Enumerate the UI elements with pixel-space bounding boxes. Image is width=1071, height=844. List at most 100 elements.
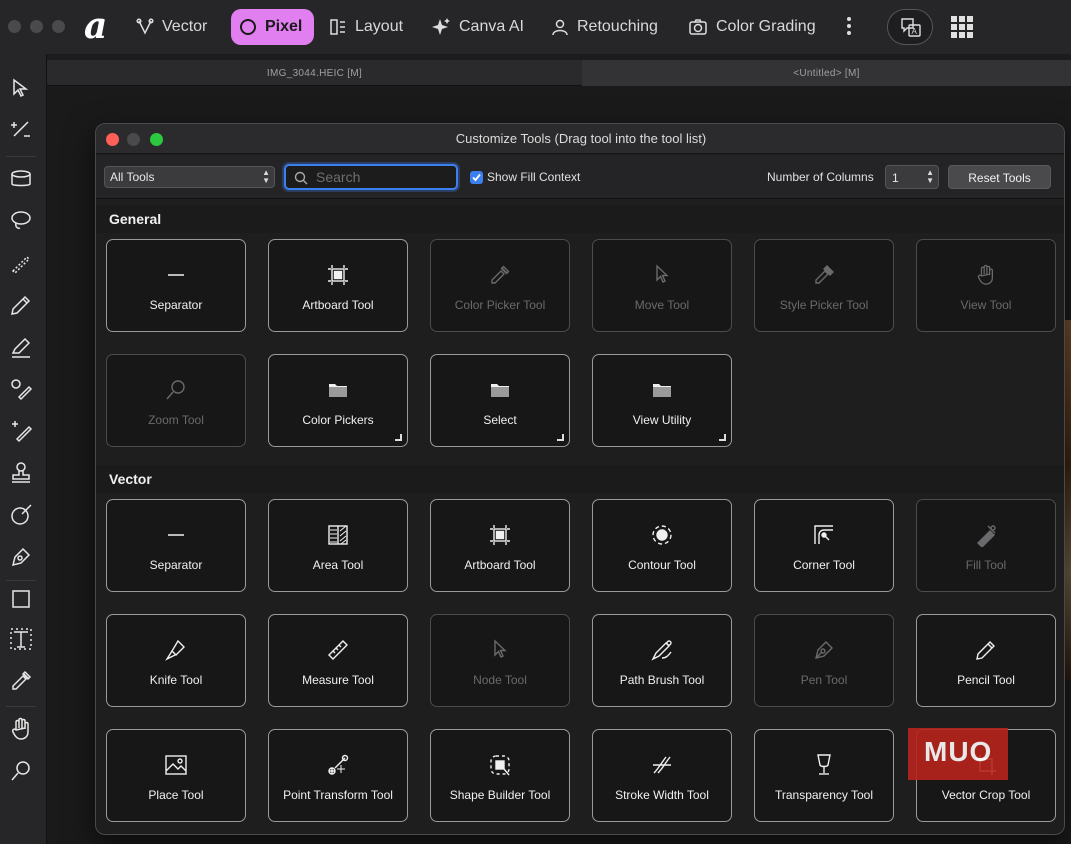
studio-grid-icon[interactable] (951, 16, 973, 38)
vector-persona-icon (136, 18, 154, 35)
window-minimize-button[interactable] (30, 20, 43, 33)
tool-tile-measure-tool[interactable]: Measure Tool (268, 614, 408, 707)
text-tool-icon[interactable] (6, 624, 36, 654)
tool-tile-corner-tool[interactable]: Corner Tool (754, 499, 894, 592)
stepper-arrows-icon[interactable]: ▲ ▼ (926, 169, 934, 185)
camera-icon (689, 19, 707, 35)
tool-tile-style-picker-tool[interactable]: Style Picker Tool (754, 239, 894, 332)
erase-tool-icon[interactable] (6, 500, 36, 530)
rectangle-tool-icon[interactable] (6, 584, 36, 614)
layout-persona-icon (330, 19, 345, 35)
tool-tile-transparency-tool[interactable]: Transparency Tool (754, 729, 894, 822)
corner-icon (755, 522, 893, 548)
persona-pixel[interactable]: Pixel (231, 9, 314, 45)
tool-label: Corner Tool (793, 558, 855, 572)
healing-brush-icon[interactable] (6, 416, 36, 446)
tool-label: Pen Tool (800, 673, 848, 687)
tool-tile-select[interactable]: Select (430, 354, 570, 447)
lasso-tool-icon[interactable] (6, 206, 36, 236)
app-logo-icon: a (84, 5, 108, 47)
tool-tile-separator[interactable]: Separator (106, 239, 246, 332)
tool-tile-separator[interactable]: Separator (106, 499, 246, 592)
tool-tile-node-tool[interactable]: Node Tool (430, 614, 570, 707)
watermark-logo: MUO (908, 728, 1008, 780)
tool-tile-move-tool[interactable]: Move Tool (592, 239, 732, 332)
selection-brush-icon[interactable] (6, 248, 36, 278)
tool-category-select[interactable]: All Tools ▲ ▼ (104, 166, 275, 188)
style-picker-icon (755, 262, 893, 288)
tool-label: Knife Tool (149, 673, 203, 687)
document-tabs: IMG_3044.HEIC [M] <Untitled> [M] (47, 60, 1071, 86)
tool-label: Path Brush Tool (619, 673, 705, 687)
tool-tile-path-brush-tool[interactable]: Path Brush Tool (592, 614, 732, 707)
tool-tile-shape-builder-tool[interactable]: Shape Builder Tool (430, 729, 570, 822)
pencil-icon (917, 637, 1055, 663)
tool-tile-place-tool[interactable]: Place Tool (106, 729, 246, 822)
tool-tile-zoom-tool[interactable]: Zoom Tool (106, 354, 246, 447)
tool-tile-point-transform-tool[interactable]: Point Transform Tool (268, 729, 408, 822)
search-input[interactable] (316, 168, 452, 186)
tool-label: View Tool (960, 298, 1012, 312)
tool-label: Vector Crop Tool (941, 788, 1031, 802)
marquee-tool-icon[interactable] (6, 164, 36, 194)
pen-icon (755, 637, 893, 663)
color-picker-icon[interactable] (6, 666, 36, 696)
paint-brush-icon[interactable] (6, 290, 36, 320)
persona-color-grading[interactable]: Color Grading (680, 9, 824, 45)
tool-tile-knife-tool[interactable]: Knife Tool (106, 614, 246, 707)
tool-label: Zoom Tool (148, 413, 204, 427)
artboard-icon (269, 262, 407, 288)
transform-tool-icon[interactable] (6, 114, 36, 144)
dialog-titlebar: Customize Tools (Drag tool into the tool… (96, 124, 1064, 154)
tool-tile-contour-tool[interactable]: Contour Tool (592, 499, 732, 592)
persona-canva-ai[interactable]: Canva AI (423, 9, 532, 45)
tool-label: Artboard Tool (302, 298, 374, 312)
tool-tile-view-utility[interactable]: View Utility (592, 354, 732, 447)
tool-tile-artboard-tool[interactable]: Artboard Tool (268, 239, 408, 332)
color-picker-icon (431, 262, 569, 288)
persona-layout[interactable]: Layout (321, 9, 411, 45)
hand-tool-icon[interactable] (6, 714, 36, 744)
tool-tile-fill-tool[interactable]: Fill Tool (916, 499, 1056, 592)
zoom-tool-icon[interactable] (6, 756, 36, 786)
stamp-tool-icon[interactable] (6, 458, 36, 488)
columns-stepper[interactable]: 1 ▲ ▼ (885, 165, 939, 189)
fill-icon (917, 522, 1055, 548)
tool-tile-artboard-tool[interactable]: Artboard Tool (430, 499, 570, 592)
persona-retouching[interactable]: Retouching (543, 9, 666, 45)
document-tab-image[interactable]: IMG_3044.HEIC [M] (47, 60, 582, 86)
tool-tile-pencil-tool[interactable]: Pencil Tool (916, 614, 1056, 707)
reset-tools-button[interactable]: Reset Tools (948, 165, 1051, 189)
show-fill-context-label[interactable]: Show Fill Context (487, 170, 580, 184)
tool-tile-color-pickers[interactable]: Color Pickers (268, 354, 408, 447)
pen-tool-icon[interactable] (6, 542, 36, 572)
tool-label: Area Tool (312, 558, 364, 572)
shape-builder-icon (431, 752, 569, 778)
search-field[interactable] (284, 164, 458, 190)
persona-vector[interactable]: Vector (128, 9, 215, 45)
section-general-heading: General (96, 205, 1064, 233)
tool-label: Separator (149, 558, 203, 572)
tool-tile-color-picker-tool[interactable]: Color Picker Tool (430, 239, 570, 332)
show-fill-context-checkbox[interactable] (470, 171, 483, 184)
window-zoom-button[interactable] (52, 20, 65, 33)
move-tool-icon[interactable] (6, 74, 36, 104)
pencil-tool-icon[interactable] (6, 332, 36, 362)
tool-label: Stroke Width Tool (615, 788, 709, 802)
folder-icon (269, 377, 407, 403)
document-tab-untitled[interactable]: <Untitled> [M] (582, 60, 1071, 86)
tool-label: Move Tool (634, 298, 690, 312)
more-personas-icon[interactable] (840, 14, 858, 40)
search-icon (294, 171, 308, 185)
clone-brush-icon[interactable] (6, 374, 36, 404)
tool-tile-stroke-width-tool[interactable]: Stroke Width Tool (592, 729, 732, 822)
stroke-width-icon (593, 752, 731, 778)
tool-tile-pen-tool[interactable]: Pen Tool (754, 614, 894, 707)
tool-label: Color Pickers (302, 413, 374, 427)
assistant-toggle[interactable]: A (887, 9, 933, 45)
assistant-icon: A (901, 18, 921, 37)
tool-tile-view-tool[interactable]: View Tool (916, 239, 1056, 332)
area-icon (269, 522, 407, 548)
tool-tile-area-tool[interactable]: Area Tool (268, 499, 408, 592)
window-close-button[interactable] (8, 20, 21, 33)
